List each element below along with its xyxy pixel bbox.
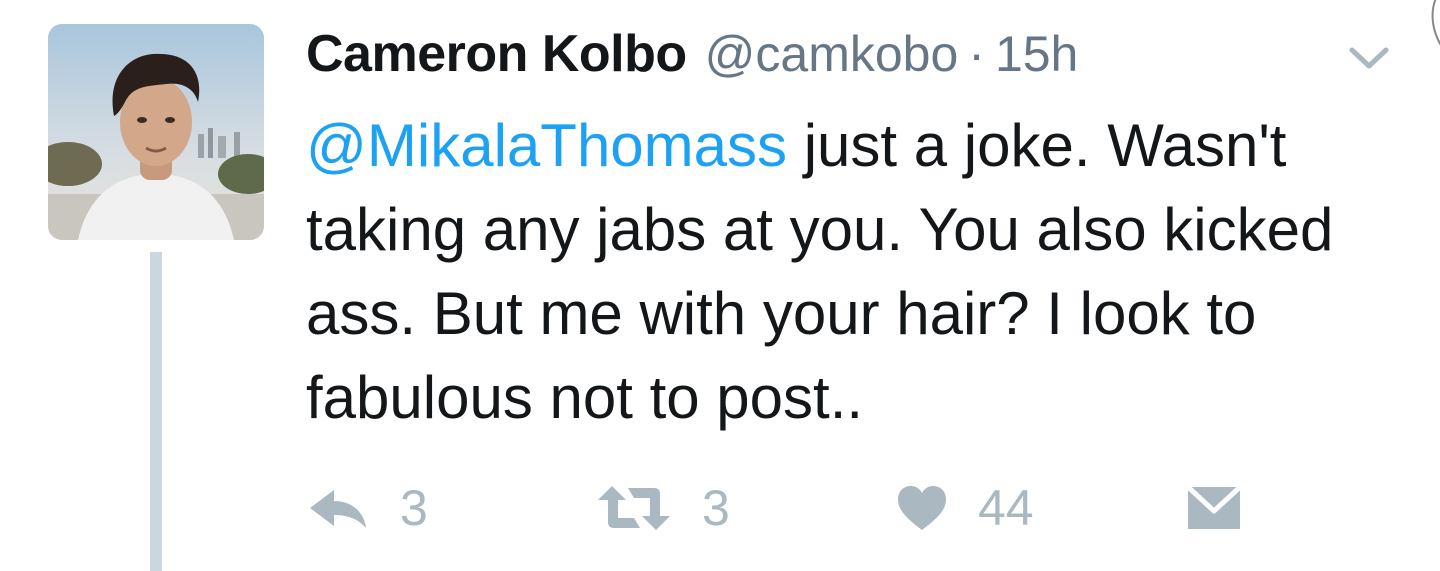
tweet-header: Cameron Kolbo @camkobo · 15h bbox=[306, 16, 1078, 92]
profile-photo bbox=[48, 24, 264, 240]
timestamp[interactable]: 15h bbox=[995, 25, 1078, 83]
retweet-count: 3 bbox=[702, 480, 730, 536]
reply-count: 3 bbox=[400, 480, 428, 536]
username-handle[interactable]: @camkobo bbox=[705, 25, 959, 83]
tweet-actions: 3 3 44 bbox=[306, 470, 1306, 546]
reply-button[interactable]: 3 bbox=[306, 470, 428, 546]
avatar[interactable] bbox=[48, 24, 264, 240]
more-options-button[interactable] bbox=[1346, 40, 1392, 74]
retweet-button[interactable]: 3 bbox=[596, 470, 730, 546]
chevron-down-icon bbox=[1349, 47, 1389, 69]
like-button[interactable]: 44 bbox=[896, 470, 1034, 546]
separator-dot: · bbox=[968, 26, 985, 82]
tweet-text: @MikalaThomass just a joke. Wasn't takin… bbox=[306, 104, 1416, 440]
corner-arc-decoration bbox=[1431, 0, 1440, 46]
heart-icon bbox=[898, 486, 946, 530]
like-count: 44 bbox=[978, 480, 1034, 536]
retweet-icon bbox=[598, 486, 670, 530]
mention-link[interactable]: @MikalaThomass bbox=[306, 112, 787, 179]
direct-message-button[interactable] bbox=[1186, 470, 1242, 546]
thread-line bbox=[150, 252, 162, 571]
reply-icon bbox=[310, 490, 366, 528]
display-name[interactable]: Cameron Kolbo bbox=[306, 24, 687, 84]
envelope-icon bbox=[1186, 485, 1242, 529]
